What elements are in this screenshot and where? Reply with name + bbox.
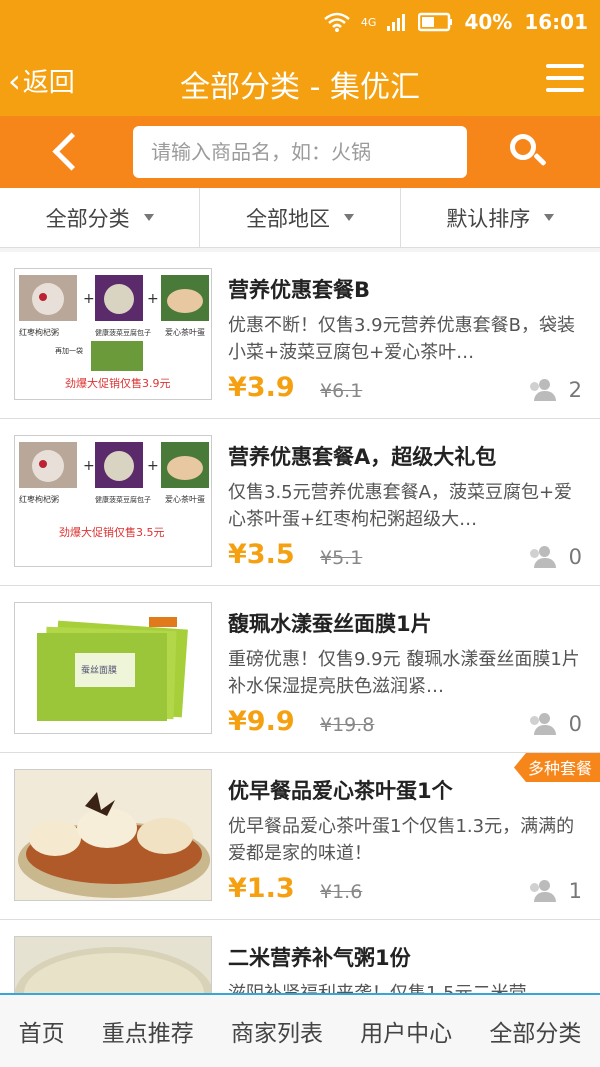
product-old-price: ¥6.1 [320,380,363,402]
product-desc: 仅售3.5元营养优惠套餐A，菠菜豆腐包+爱心茶叶蛋+红枣枸杞粥超级大… [228,482,573,530]
product-item[interactable]: + + 红枣枸杞粥 健康菠菜豆腐包子 爱心茶叶蛋 再加一袋 劲爆大促销仅售3.9元… [0,252,600,419]
buyers-count-value: 0 [568,545,582,569]
signal-icon [386,12,408,32]
product-title: 营养优惠套餐B [228,278,371,302]
product-price: ¥3.9 [228,372,295,403]
buyers-count: 0 [529,545,582,569]
thumb-caption: 劲爆大促销仅售3.9元 [65,376,171,390]
users-icon [529,546,559,568]
dropdown-arrow-icon [343,214,354,221]
product-old-price: ¥1.6 [320,881,363,903]
product-desc: 优早餐品爱心茶叶蛋1个仅售1.3元，满满的爱都是家的味道！ [228,816,575,864]
battery-percent: 40% [464,10,513,34]
product-old-price: ¥5.1 [320,547,363,569]
svg-text:+: + [83,291,95,307]
thumb-caption: 蚕丝面膜 [81,664,117,676]
buyers-count: 0 [529,712,582,736]
battery-icon [418,12,454,32]
product-item[interactable]: 多种套餐 优早餐品爱心茶叶蛋1个 优早餐品爱心茶叶蛋1个仅售1.3元，满满的爱都… [0,753,600,920]
users-icon [529,880,559,902]
clock: 16:01 [524,10,588,34]
filter-category-label: 全部分类 [45,206,130,231]
filter-region-label: 全部地区 [245,206,330,231]
filter-region[interactable]: 全部地区 [200,188,401,247]
thumb-caption: 劲爆大促销仅售3.5元 [59,525,165,539]
filter-sort[interactable]: 默认排序 [401,188,600,247]
buyers-count-value: 2 [568,378,582,402]
back-button[interactable]: ‹ 返回 [8,62,75,99]
product-price: ¥9.9 [228,706,295,737]
product-title: 二米营养补气粥1份 [228,946,411,970]
tab-user-center[interactable]: 用户中心 [360,1014,452,1048]
thumb-caption: 爱心茶叶蛋 [165,494,205,504]
page-title: 全部分类 - 集优汇 [180,70,420,105]
product-desc: 重磅优惠！仅售9.9元 馥珮水漾蚕丝面膜1片 补水保湿提亮肤色滋润紧… [228,649,580,697]
app-screen: { "status": { "signal": "4G", "battery":… [0,0,600,1067]
svg-text:+: + [147,458,159,474]
product-info: 馥珮水漾蚕丝面膜1片 重磅优惠！仅售9.9元 馥珮水漾蚕丝面膜1片 补水保湿提亮… [228,608,588,742]
buyers-count: 2 [529,378,582,402]
product-title: 营养优惠套餐A，超级大礼包 [228,445,497,469]
search-back-button[interactable] [46,130,86,174]
dropdown-arrow-icon [544,214,555,221]
status-bar: 4G 40% 16:01 [0,0,600,44]
tab-home[interactable]: 首页 [19,1014,65,1048]
product-info: 营养优惠套餐B 优惠不断！仅售3.9元营养优惠套餐B，袋装小菜+菠菜豆腐包+爱心… [228,274,588,408]
menu-button[interactable] [546,64,584,94]
search-input[interactable] [133,126,467,178]
search-icon [510,134,536,160]
product-item[interactable]: + + 红枣枸杞粥 健康菠菜豆腐包子 爱心茶叶蛋 劲爆大促销仅售3.5元 营养优惠… [0,419,600,586]
back-label: 返回 [22,68,75,98]
buyers-count-value: 1 [568,879,582,903]
menu-icon [546,64,584,68]
product-desc: 优惠不断！仅售3.9元营养优惠套餐B，袋装小菜+菠菜豆腐包+爱心茶叶… [228,315,575,363]
dropdown-arrow-icon [143,214,154,221]
users-icon [529,379,559,401]
product-item[interactable]: 蚕丝面膜 馥珮水漾蚕丝面膜1片 重磅优惠！仅售9.9元 馥珮水漾蚕丝面膜1片 补… [0,586,600,753]
thumb-caption: 再加一袋 [55,346,83,355]
product-title: 优早餐品爱心茶叶蛋1个 [228,779,453,803]
thumb-caption: 红枣枸杞粥 [19,494,59,504]
product-info: 营养优惠套餐A，超级大礼包 仅售3.5元营养优惠套餐A，菠菜豆腐包+爱心茶叶蛋+… [228,441,588,575]
thumb-caption: 健康菠菜豆腐包子 [95,328,151,337]
search-button[interactable] [506,132,550,172]
svg-text:+: + [147,291,159,307]
product-price: ¥1.3 [228,873,295,904]
buyers-count: 1 [529,879,582,903]
product-thumbnail: + + 红枣枸杞粥 健康菠菜豆腐包子 爱心茶叶蛋 再加一袋 劲爆大促销仅售3.9元 [14,268,212,400]
tab-all-categories[interactable]: 全部分类 [489,1014,581,1048]
buyers-count-value: 0 [568,712,582,736]
product-price: ¥3.5 [228,539,295,570]
bottom-tab-bar: 首页 重点推荐 商家列表 用户中心 全部分类 [0,993,600,1067]
search-bar [0,116,600,188]
thumb-caption: 红枣枸杞粥 [19,327,59,337]
product-info: 优早餐品爱心茶叶蛋1个 优早餐品爱心茶叶蛋1个仅售1.3元，满满的爱都是家的味道… [228,775,588,909]
top-nav: ‹ 返回 全部分类 - 集优汇 [0,44,600,116]
filter-category[interactable]: 全部分类 [0,188,201,247]
thumb-caption: 爱心茶叶蛋 [165,327,205,337]
wifi-icon [323,11,351,33]
users-icon [529,713,559,735]
signal-label: 4G [360,15,377,29]
product-thumbnail [14,769,212,901]
product-list: + + 红枣枸杞粥 健康菠菜豆腐包子 爱心茶叶蛋 再加一袋 劲爆大促销仅售3.9元… [0,252,600,1067]
tab-merchants[interactable]: 商家列表 [231,1014,323,1048]
filter-sort-label: 默认排序 [446,206,531,231]
product-thumbnail: + + 红枣枸杞粥 健康菠菜豆腐包子 爱心茶叶蛋 劲爆大促销仅售3.5元 [14,435,212,567]
product-title: 馥珮水漾蚕丝面膜1片 [228,612,432,636]
tab-featured[interactable]: 重点推荐 [102,1014,194,1048]
filter-bar: 全部分类 全部地区 默认排序 [0,188,600,248]
chevron-left-icon: ‹ [8,61,21,100]
thumb-caption: 健康菠菜豆腐包子 [95,495,151,504]
svg-text:+: + [83,458,95,474]
product-old-price: ¥19.8 [320,714,375,736]
product-thumbnail: 蚕丝面膜 [14,602,212,734]
